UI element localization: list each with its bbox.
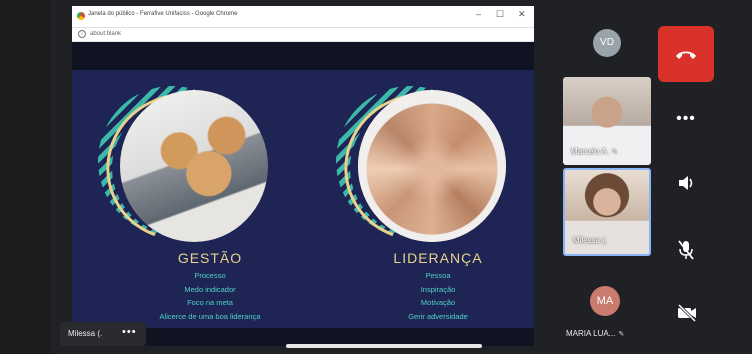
lideranca-item: Pessoa [425,271,451,280]
lideranca-item: Inspiração [420,284,456,294]
participant-tile-marcelo[interactable]: Marcelo A. ✎ [563,77,651,165]
lideranca-list: Pessoa Inspiração Motivação Gerir advers… [338,269,534,323]
participant-avatar-vd[interactable]: VD [593,29,621,57]
gestao-item: Medo indicador [184,284,236,294]
presenter-name-pill[interactable]: Milessa (. ••• [60,322,146,346]
participant-tile-milessa[interactable]: Milessa (. [563,168,651,256]
gestao-item: Alicerce de uma boa liderança [159,311,261,321]
lideranca-heading: LIDERANÇA [393,250,483,266]
gestao-item: Processo [194,271,226,280]
lideranca-image-group [320,70,518,265]
mic-muted-icon: ✎ [611,149,618,156]
chrome-titlebar: Janela do público - Ferrafive Unifaciss … [72,6,534,28]
presentation-slide: GESTÃO Processo Medo indicador Foco na m… [72,70,534,328]
phone-hangup-icon [676,51,696,59]
more-options-icon[interactable]: ••• [122,326,137,338]
gestao-list: Processo Medo indicador Foco na meta Ali… [110,269,310,323]
home-indicator[interactable] [286,344,482,348]
speaker-button[interactable] [660,168,712,198]
presenter-name: Milessa (. [68,329,103,338]
mic-off-icon [678,240,694,260]
participant-avatar-ma[interactable]: MA [590,286,620,316]
gestao-item: Foco na meta [187,298,233,307]
url-text: about:blank [90,31,122,37]
mic-muted-icon: ✎ [618,331,625,338]
more-controls-button[interactable]: ••• [660,104,712,134]
mute-button[interactable] [660,234,712,264]
address-bar[interactable]: i about:blank [72,28,534,42]
minimize-button[interactable]: – [476,9,481,19]
lideranca-item: Motivação [420,298,456,307]
end-call-button[interactable] [658,26,714,82]
shared-chrome-window: Janela do público - Ferrafive Unifaciss … [72,6,534,346]
left-margin [0,0,51,354]
camera-off-icon [677,303,697,323]
gears-photo [120,90,268,242]
close-window-button[interactable]: ✕ [518,9,526,20]
participant-label: Milessa (. [573,236,608,245]
chrome-icon [77,12,85,20]
meeting-stage: Janela do público - Ferrafive Unifaciss … [0,0,752,354]
maximize-button[interactable]: ☐ [496,9,504,20]
window-title: Janela do público - Ferrafive Unifaciss … [88,11,238,17]
slide-top-band [72,42,534,70]
hands-photo [358,90,506,242]
info-icon[interactable]: i [78,30,86,38]
volume-icon [679,176,693,190]
participant-name-maria: MARIA LUA... ✎ [566,329,625,338]
gestao-heading: GESTÃO [177,250,243,266]
camera-button[interactable] [660,298,712,328]
gestao-image-group [82,70,280,265]
participant-label: Marcelo A. ✎ [571,147,618,156]
lideranca-item: Gerir adversidade [408,311,468,321]
